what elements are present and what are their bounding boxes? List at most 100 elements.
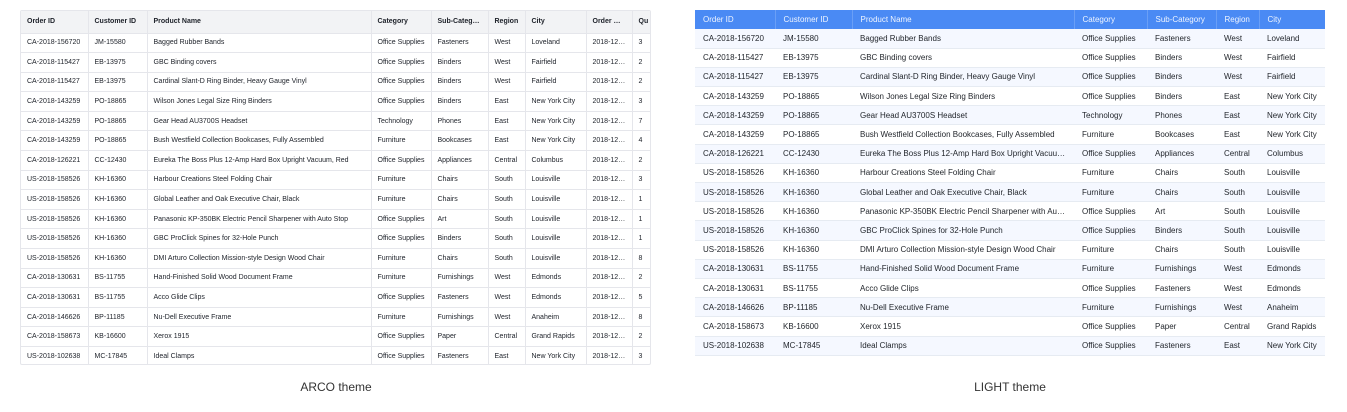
table-cell: Xerox 1915 xyxy=(852,316,1074,337)
arco-table-row[interactable]: US-2018-158526 KH-16360 Harbour Creations … xyxy=(21,170,650,191)
arco-table-row[interactable]: CA-2018-156720 JM-15580 Bagged Rubber Band… xyxy=(21,33,650,54)
arco-table-row[interactable]: CA-2018-126221 CC-12430 Eureka The Boss Pl… xyxy=(21,150,650,171)
table-cell: CA-2018-115427 xyxy=(21,52,89,73)
table-cell: Edmonds xyxy=(525,268,587,289)
arco-table-row[interactable]: CA-2018-158673 KB-16600 Xerox 1915 Office S… xyxy=(21,326,650,347)
table-cell: Louisville xyxy=(525,228,587,250)
column-header[interactable]: Region xyxy=(1216,10,1260,29)
column-header[interactable]: Category xyxy=(371,11,432,34)
table-cell: Office Supplies xyxy=(1074,144,1147,164)
table-cell: Furniture xyxy=(1074,163,1147,184)
arco-table-row[interactable]: US-2018-158526 KH-16360 Panasonic KP-350BK… xyxy=(21,209,650,230)
table-cell: CA-2018-143259 xyxy=(21,91,89,112)
table-cell: Fasteners xyxy=(431,287,489,308)
table-cell: East xyxy=(1216,124,1259,145)
table-cell: Office Supplies xyxy=(1074,48,1147,68)
light-table-row[interactable]: CA-2018-146626 BP-11185 Nu-Dell Executive … xyxy=(695,297,1325,318)
table-cell: Edmonds xyxy=(1259,259,1325,279)
column-header[interactable]: Customer ID xyxy=(775,10,853,29)
light-table-row[interactable]: CA-2018-143259 PO-18865 Gear Head AU3700S … xyxy=(695,105,1325,126)
column-header[interactable]: Customer ID xyxy=(88,11,148,34)
table-cell: Central xyxy=(1216,316,1259,337)
light-table-row[interactable]: US-2018-102638 MC-17845 Ideal Clamps Office… xyxy=(695,336,1325,356)
column-header[interactable]: Category xyxy=(1074,10,1148,29)
table-cell: Furniture xyxy=(371,170,432,191)
table-cell: Xerox 1915 xyxy=(147,326,372,347)
arco-table-row[interactable]: CA-2018-143259 PO-18865 Bush Westfield Col… xyxy=(21,130,650,152)
table-cell: 2 xyxy=(632,52,650,73)
column-header[interactable]: Sub-Category xyxy=(431,11,489,34)
arco-table-row[interactable]: US-2018-102638 MC-17845 Ideal Clamps Office… xyxy=(21,346,650,364)
table-cell: East xyxy=(488,346,526,364)
table-cell: Loveland xyxy=(1259,29,1325,49)
column-header[interactable]: Qu xyxy=(632,11,650,34)
arco-table-row[interactable]: US-2018-158526 KH-16360 Global Leather and… xyxy=(21,189,650,210)
arco-table-row[interactable]: CA-2018-146626 BP-11185 Nu-Dell Executive … xyxy=(21,307,650,328)
light-table-row[interactable]: CA-2018-158673 KB-16600 Xerox 1915 Office S… xyxy=(695,316,1325,337)
table-cell: New York City xyxy=(1259,86,1325,107)
column-header[interactable]: Order Date xyxy=(586,11,633,34)
table-cell: 5 xyxy=(632,287,650,308)
arco-table-row[interactable]: CA-2018-115427 EB-13975 GBC Binding covers… xyxy=(21,52,650,73)
light-theme-table: Order ID Customer ID Product Name Category S… xyxy=(695,10,1325,365)
light-table-row[interactable]: CA-2018-130631 BS-11755 Acco Glide Clips Of… xyxy=(695,278,1325,299)
table-cell: New York City xyxy=(525,130,587,152)
table-cell: 2018-12-29 xyxy=(586,248,633,269)
table-cell: US-2018-158526 xyxy=(695,240,775,260)
table-cell: Furnishings xyxy=(431,307,489,328)
table-cell: CA-2018-158673 xyxy=(21,326,89,347)
arco-table-row[interactable]: CA-2018-130631 BS-11755 Hand-Finished Soli… xyxy=(21,268,650,289)
table-cell: Binders xyxy=(1147,220,1216,241)
arco-table-row[interactable]: CA-2018-115427 EB-13975 Cardinal Slant-D R… xyxy=(21,72,650,93)
light-table-row[interactable]: CA-2018-130631 BS-11755 Hand-Finished Soli… xyxy=(695,259,1325,279)
table-cell: 2018-12-29 xyxy=(586,189,633,210)
column-header[interactable]: Order ID xyxy=(695,10,776,29)
arco-table-row[interactable]: CA-2018-130631 BS-11755 Acco Glide Clips Of… xyxy=(21,287,650,308)
table-cell: 7 xyxy=(632,111,650,132)
light-table-row[interactable]: CA-2018-143259 PO-18865 Bush Westfield Col… xyxy=(695,124,1325,145)
light-table-row[interactable]: CA-2018-156720 JM-15580 Bagged Rubber Band… xyxy=(695,29,1325,49)
column-header[interactable]: Product Name xyxy=(147,11,372,34)
light-table-row[interactable]: US-2018-158526 KH-16360 Harbour Creations … xyxy=(695,163,1325,184)
arco-table-row[interactable]: CA-2018-143259 PO-18865 Wilson Jones Legal… xyxy=(21,91,650,112)
light-table-row[interactable]: CA-2018-115427 EB-13975 Cardinal Slant-D R… xyxy=(695,67,1325,88)
column-header[interactable]: City xyxy=(1259,10,1325,29)
table-cell: US-2018-158526 xyxy=(21,170,89,191)
table-cell: Furniture xyxy=(371,307,432,328)
table-cell: CA-2018-143259 xyxy=(21,130,89,152)
column-header[interactable]: Order ID xyxy=(21,11,89,34)
table-cell: New York City xyxy=(525,91,587,112)
table-cell: EB-13975 xyxy=(775,67,852,88)
table-cell: CA-2018-130631 xyxy=(21,268,89,289)
table-cell: West xyxy=(1216,297,1259,318)
table-cell: Furniture xyxy=(371,189,432,210)
table-cell: GBC ProClick Spines for 32-Hole Punch xyxy=(147,228,372,250)
table-cell: Fasteners xyxy=(1147,336,1216,356)
table-cell: 2018-12-30 xyxy=(586,52,633,73)
arco-table-row[interactable]: US-2018-158526 KH-16360 GBC ProClick Spine… xyxy=(21,228,650,250)
column-header[interactable]: Sub-Category xyxy=(1147,10,1217,29)
column-header[interactable]: Region xyxy=(488,11,526,34)
table-cell: CA-2018-115427 xyxy=(695,67,775,88)
light-table-row[interactable]: CA-2018-126221 CC-12430 Eureka The Boss Pl… xyxy=(695,144,1325,164)
light-table-row[interactable]: CA-2018-115427 EB-13975 GBC Binding covers… xyxy=(695,48,1325,68)
light-table-row[interactable]: CA-2018-143259 PO-18865 Wilson Jones Legal… xyxy=(695,86,1325,107)
light-table-row[interactable]: US-2018-158526 KH-16360 GBC ProClick Spine… xyxy=(695,220,1325,241)
table-cell: Office Supplies xyxy=(1074,316,1147,337)
table-cell: Chairs xyxy=(1147,182,1216,203)
table-cell: 2018-12-30 xyxy=(586,111,633,132)
table-cell: Bush Westfield Collection Bookcases, Ful… xyxy=(852,124,1074,145)
light-table-row[interactable]: US-2018-158526 KH-16360 Panasonic KP-350BK… xyxy=(695,201,1325,222)
column-header[interactable]: Product Name xyxy=(852,10,1075,29)
light-table-row[interactable]: US-2018-158526 KH-16360 Global Leather and… xyxy=(695,182,1325,203)
table-cell: Office Supplies xyxy=(371,33,432,54)
table-cell: Cardinal Slant-D Ring Binder, Heavy Gaug… xyxy=(147,72,372,93)
column-header[interactable]: City xyxy=(525,11,587,34)
arco-table-row[interactable]: CA-2018-143259 PO-18865 Gear Head AU3700S … xyxy=(21,111,650,132)
table-cell: Louisville xyxy=(1259,201,1325,222)
table-cell: 2 xyxy=(632,150,650,171)
light-table-row[interactable]: US-2018-158526 KH-16360 DMI Arturo Collect… xyxy=(695,240,1325,260)
arco-table-row[interactable]: US-2018-158526 KH-16360 DMI Arturo Collect… xyxy=(21,248,650,269)
table-cell: PO-18865 xyxy=(88,130,148,152)
table-cell: Panasonic KP-350BK Electric Pencil Sharp… xyxy=(147,209,372,230)
